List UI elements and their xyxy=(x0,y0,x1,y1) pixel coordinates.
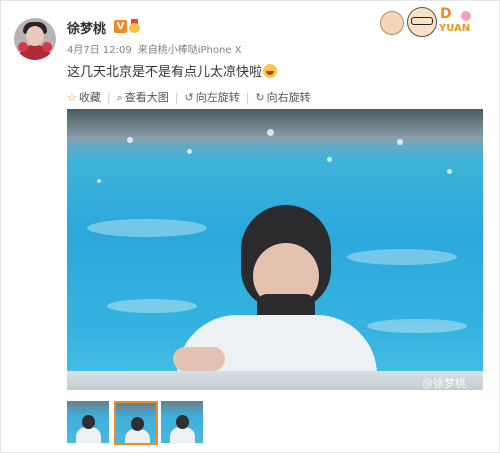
pool-edge xyxy=(67,371,483,390)
water-splash xyxy=(327,157,332,162)
water-ripple xyxy=(87,219,207,237)
thumbnail-person xyxy=(125,429,150,443)
view-large-label: 查看大图 xyxy=(124,91,169,104)
post-text-content: 这几天北京是不是有点儿太凉快啦 xyxy=(67,65,263,80)
rotate-left-label: 向左旋转 xyxy=(195,91,240,104)
avatar-decoration-left xyxy=(18,42,28,52)
medal-icon[interactable] xyxy=(129,19,140,33)
source-prefix: 来自 xyxy=(137,45,158,56)
medal-coin xyxy=(129,23,140,33)
rotate-right-icon: ↻ xyxy=(255,91,265,104)
collect-label: 收藏 xyxy=(78,91,101,104)
thumbnail[interactable] xyxy=(161,401,203,443)
laughing-emoji-icon xyxy=(263,64,278,78)
water-splash xyxy=(267,129,274,136)
main-photo[interactable]: @徐梦桃 xyxy=(67,109,483,390)
post-text: 这几天北京是不是有点儿太凉快啦 xyxy=(67,61,278,80)
photo-watermark: @徐梦桃 xyxy=(422,377,466,390)
flower-icon xyxy=(461,11,471,21)
divider: | xyxy=(245,91,250,104)
rotate-right-button[interactable]: ↻ 向右旋转 xyxy=(255,89,310,105)
sticker-letter: D xyxy=(440,6,452,22)
water-ripple xyxy=(367,319,467,333)
view-large-button[interactable]: ⌕ 查看大图 xyxy=(117,89,169,105)
verified-badge-icon[interactable]: V xyxy=(114,20,127,33)
star-icon: ☆ xyxy=(67,91,77,104)
collect-button[interactable]: ☆ 收藏 xyxy=(67,89,101,105)
thumbnail-head xyxy=(82,415,95,429)
avatar[interactable] xyxy=(14,18,56,60)
thumbnail-head xyxy=(131,417,144,431)
thumbnail[interactable] xyxy=(67,401,109,443)
header-sticker-decoration: D YUAN xyxy=(377,5,477,39)
water-splash xyxy=(447,169,452,174)
rotate-left-button[interactable]: ↺ 向左旋转 xyxy=(184,89,239,105)
post-meta: 4月7日 12:09 来自桃小棒哒iPhone X xyxy=(67,41,242,56)
zoom-icon: ⌕ xyxy=(116,91,123,104)
avatar-face-shape xyxy=(26,26,44,46)
avatar-decoration-right xyxy=(42,42,52,52)
thumbnail-person xyxy=(170,427,195,443)
divider: | xyxy=(106,91,111,104)
divider: | xyxy=(174,91,179,104)
rotate-right-label: 向右旋转 xyxy=(266,91,311,104)
sticker-yuan-text: YUAN xyxy=(439,23,471,34)
source-device[interactable]: 桃小棒哒iPhone X xyxy=(158,45,242,56)
water-splash xyxy=(97,179,101,183)
water-ripple xyxy=(107,299,197,313)
thumbnail-head xyxy=(176,415,189,429)
water-splash xyxy=(397,139,403,145)
water-splash xyxy=(127,137,133,143)
sticker-glasses xyxy=(411,17,433,25)
person-arm-shape xyxy=(173,347,225,371)
thumbnail-person xyxy=(76,427,101,443)
water-ripple xyxy=(347,249,457,265)
rotate-left-icon: ↺ xyxy=(184,91,194,104)
photo-background-top xyxy=(67,109,483,139)
post-date[interactable]: 4月7日 12:09 xyxy=(67,45,132,56)
sticker-face-left xyxy=(380,11,404,35)
water-splash xyxy=(187,149,192,154)
username-link[interactable]: 徐梦桃 xyxy=(67,18,106,37)
image-actions-bar: ☆ 收藏 | ⌕ 查看大图 | ↺ 向左旋转 | ↻ 向右旋转 xyxy=(67,89,315,105)
thumbnail-selected[interactable] xyxy=(114,401,158,445)
